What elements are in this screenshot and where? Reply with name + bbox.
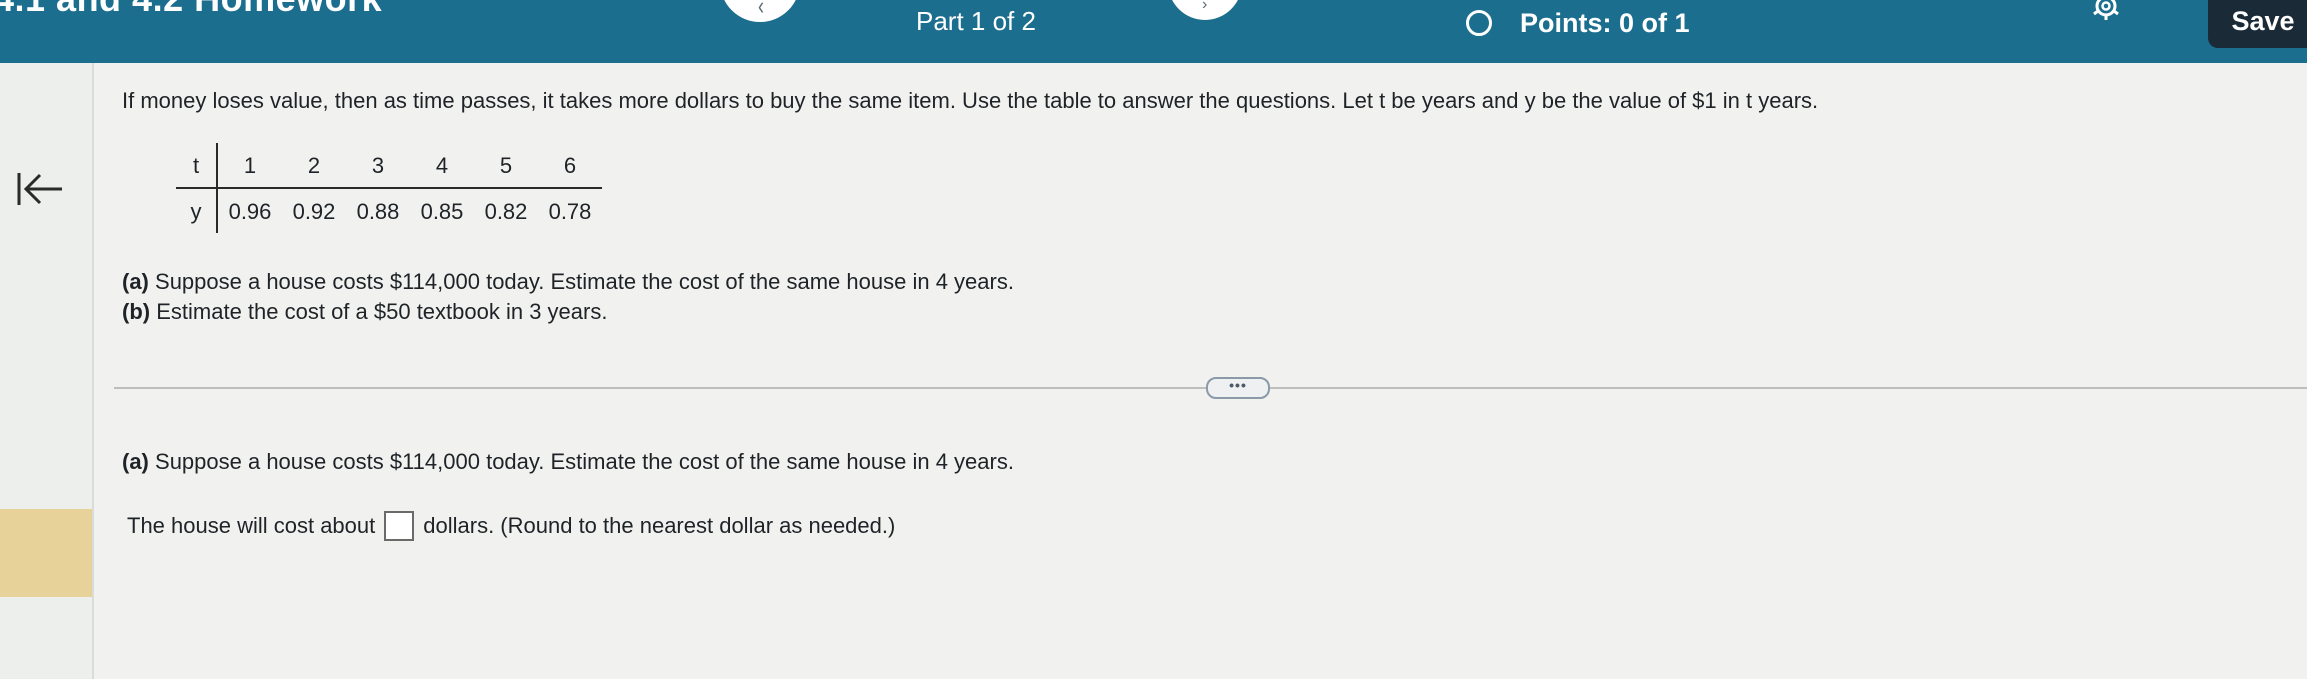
question-a: (a) Suppose a house costs $114,000 today…: [122, 267, 1014, 297]
rail-highlight: [0, 509, 92, 597]
table-cell: 0.82: [484, 199, 528, 224]
points-label: Points: 0 of 1: [1520, 8, 1690, 38]
table-row-t: t 1 2 3 4 5 6: [176, 143, 602, 189]
table-row-label-y: y: [176, 188, 218, 233]
table-cell: 0.96: [228, 199, 272, 224]
question-list: (a) Suppose a house costs $114,000 today…: [122, 267, 1014, 327]
circle-outline-icon: [1466, 10, 1492, 36]
part-indicator: Part 1 of 2: [916, 6, 1036, 36]
page: 4.1 and 4.2 Homework ‹ Part 1 of 2 › Poi…: [0, 0, 2307, 679]
answer-line: The house will cost about dollars. (Roun…: [127, 511, 895, 541]
answer-input[interactable]: [384, 511, 415, 541]
table-cell: 3: [346, 143, 410, 189]
arrow-left-bar-icon[interactable]: [16, 167, 68, 211]
table-cell: 6: [538, 143, 602, 189]
top-header-bar: 4.1 and 4.2 Homework ‹ Part 1 of 2 › Poi…: [0, 0, 2307, 63]
expand-more-button[interactable]: •••: [1206, 377, 1270, 399]
gear-icon[interactable]: [2090, 0, 2122, 24]
part-a-prompt: (a) Suppose a house costs $114,000 today…: [122, 449, 1014, 475]
question-b: (b) Estimate the cost of a $50 textbook …: [122, 297, 1014, 327]
problem-intro: If money loses value, then as time passe…: [122, 88, 1819, 113]
table-cell: 5: [474, 143, 538, 189]
value-table: t 1 2 3 4 5 6 y 0.96 0.92 0.88 0.85 0.82…: [176, 143, 602, 233]
table-cell: 4: [410, 143, 474, 189]
table-row-label-t: t: [176, 143, 218, 189]
table-cell: 0.78: [548, 199, 592, 224]
table-row-y: y 0.96 0.92 0.88 0.85 0.82 0.78: [176, 188, 602, 233]
chevron-left-icon: ‹: [758, 0, 764, 20]
question-content: If money loses value, then as time passe…: [94, 63, 2307, 679]
table-cell: 0.85: [420, 199, 464, 224]
question-tag: (a): [122, 269, 149, 294]
table-cell: 0.88: [356, 199, 400, 224]
table-cell: 1: [217, 143, 282, 189]
question-text: Estimate the cost of a $50 textbook in 3…: [156, 299, 608, 324]
question-text: Suppose a house costs $114,000 today. Es…: [155, 269, 1014, 294]
previous-part-button[interactable]: ‹: [720, 0, 800, 22]
assignment-title: 4.1 and 4.2 Homework: [0, 0, 382, 20]
chevron-right-icon: ›: [1202, 0, 1208, 13]
next-part-button[interactable]: ›: [1168, 0, 1242, 20]
save-button[interactable]: Save: [2208, 0, 2307, 48]
part-a-tag: (a): [122, 449, 149, 474]
table-cell: 0.92: [292, 199, 336, 224]
question-tag: (b): [122, 299, 151, 324]
answer-prefix: The house will cost about: [127, 513, 376, 538]
answer-suffix: dollars. (Round to the nearest dollar as…: [423, 513, 896, 538]
table-cell: 2: [282, 143, 346, 189]
left-rail: [0, 63, 94, 679]
part-a-text: Suppose a house costs $114,000 today. Es…: [155, 449, 1014, 474]
